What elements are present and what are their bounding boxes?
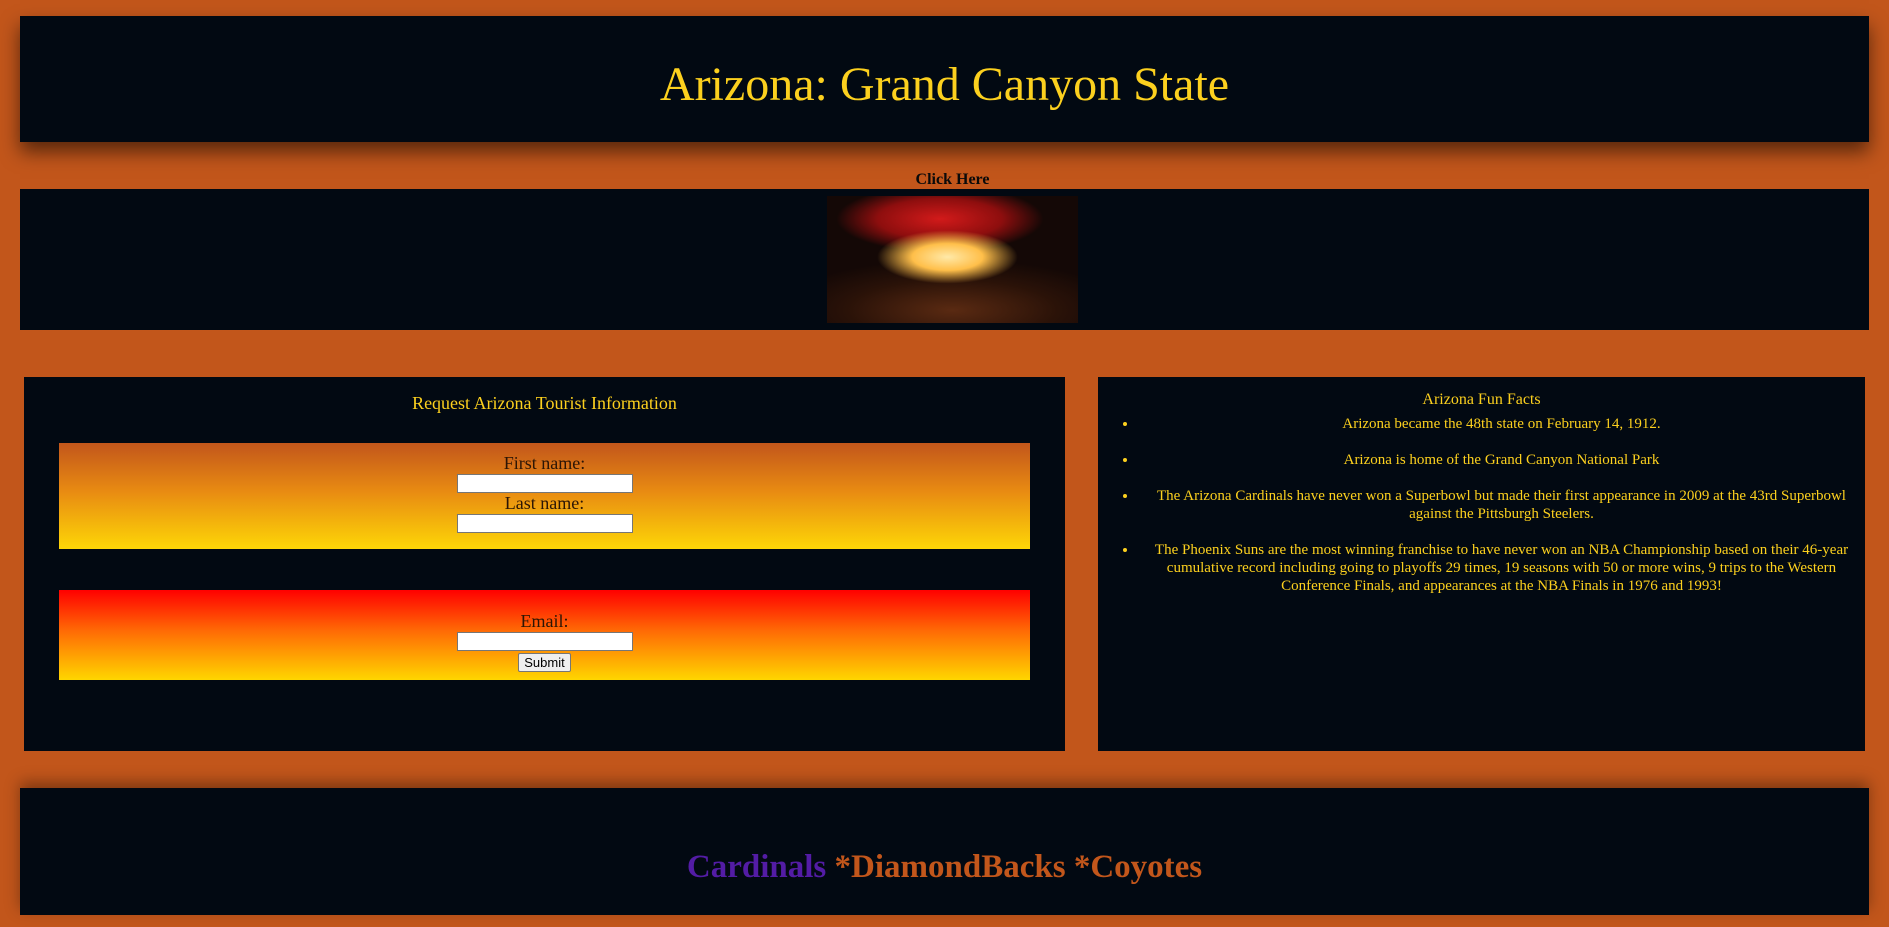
last-name-label: Last name:: [504, 493, 585, 513]
fun-facts-list: Arizona became the 48th state on Februar…: [1098, 415, 1865, 613]
last-name-input[interactable]: [456, 514, 633, 533]
tourist-info-form-panel: Request Arizona Tourist Information Firs…: [24, 377, 1065, 751]
team-cardinals: Cardinals: [686, 849, 827, 885]
footer-banner: Cardinals *DiamondBacks *Coyotes: [20, 788, 1869, 915]
email-field-box: Email: Submit: [59, 590, 1030, 680]
submit-button[interactable]: Submit: [518, 653, 571, 672]
page-title: Arizona: Grand Canyon State: [659, 57, 1230, 111]
footer-teams: Cardinals *DiamondBacks *Coyotes: [687, 817, 1202, 886]
form-title: Request Arizona Tourist Information: [412, 393, 677, 413]
fun-facts-title: Arizona Fun Facts: [1422, 391, 1541, 408]
email-label: Email:: [520, 611, 569, 631]
image-banner: [20, 189, 1869, 330]
first-name-input[interactable]: [456, 474, 633, 493]
name-fields-box: First name: Last name:: [59, 443, 1030, 549]
canyon-arch-photo: [827, 196, 1078, 323]
team-diamondbacks: *DiamondBacks: [834, 849, 1066, 885]
list-item: The Phoenix Suns are the most winning fr…: [1138, 541, 1865, 595]
list-item: The Arizona Cardinals have never won a S…: [1138, 487, 1865, 523]
click-here-link[interactable]: Click Here: [0, 171, 1889, 189]
header-banner: Arizona: Grand Canyon State: [20, 16, 1869, 142]
first-name-label: First name:: [503, 453, 586, 473]
fun-facts-panel: Arizona Fun Facts Arizona became the 48t…: [1098, 377, 1865, 751]
team-coyotes: *Coyotes: [1073, 849, 1203, 885]
list-item: Arizona became the 48th state on Februar…: [1138, 415, 1865, 433]
list-item: Arizona is home of the Grand Canyon Nati…: [1138, 451, 1865, 469]
email-input[interactable]: [456, 632, 633, 651]
